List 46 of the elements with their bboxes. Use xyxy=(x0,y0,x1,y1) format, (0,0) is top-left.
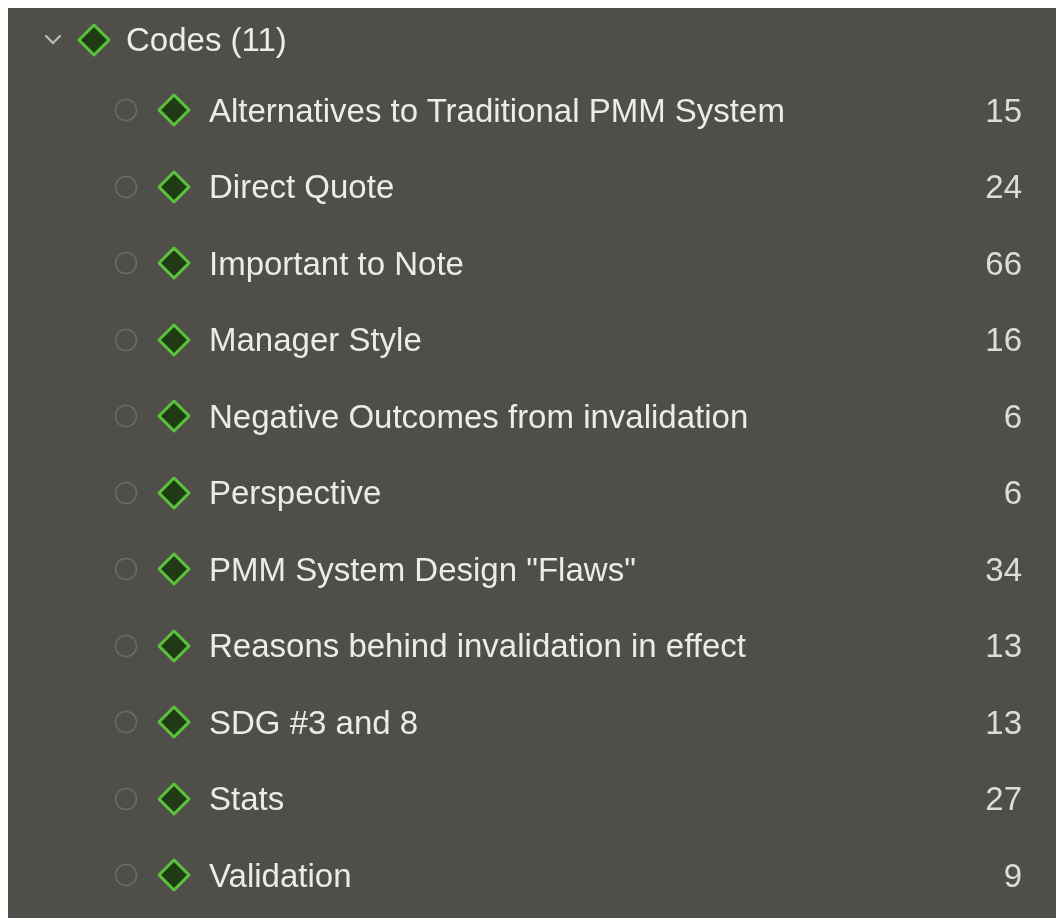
diamond-icon xyxy=(156,704,192,741)
diamond-icon xyxy=(156,780,192,817)
code-label[interactable]: Perspective xyxy=(209,468,1004,518)
count-label: 16 xyxy=(985,320,1022,360)
count-label: 6 xyxy=(1003,473,1022,513)
code-label[interactable]: Alternatives to Traditional PMM System xyxy=(209,85,986,135)
circle-icon[interactable] xyxy=(114,327,138,352)
count-label: 15 xyxy=(985,90,1022,131)
count-label: 9 xyxy=(1003,855,1022,896)
circle-icon[interactable] xyxy=(114,404,138,429)
diamond-icon xyxy=(156,398,192,435)
circle-icon[interactable] xyxy=(114,98,138,123)
diamond-icon xyxy=(76,22,112,58)
circle-icon[interactable] xyxy=(114,557,138,582)
circle-icon[interactable] xyxy=(114,710,138,735)
diamond-icon xyxy=(156,168,192,205)
diamond-icon xyxy=(156,321,192,358)
diamond-icon xyxy=(156,551,192,588)
circle-icon[interactable] xyxy=(114,633,138,658)
code-label[interactable]: Negative Outcomes from invalidation xyxy=(209,391,1004,441)
diamond-icon xyxy=(156,627,192,664)
diamond-icon xyxy=(156,857,192,894)
code-label[interactable]: PMM System Design "Flaws" xyxy=(209,544,986,594)
circle-icon[interactable] xyxy=(114,786,138,811)
code-label[interactable]: Important to Note xyxy=(209,238,986,288)
code-label[interactable]: Validation xyxy=(209,850,1004,900)
code-label[interactable]: SDG #3 and 8 xyxy=(209,697,986,747)
diamond-icon xyxy=(156,245,192,282)
count-label: 13 xyxy=(985,626,1022,666)
circle-icon[interactable] xyxy=(114,174,138,199)
code-label[interactable]: Manager Style xyxy=(209,315,986,365)
group-label[interactable]: Codes (11) xyxy=(126,15,287,65)
count-label: 34 xyxy=(985,549,1022,590)
circle-icon[interactable] xyxy=(114,863,138,888)
count-label: 13 xyxy=(985,702,1022,743)
count-label: 66 xyxy=(985,243,1022,284)
count-label: 27 xyxy=(985,779,1022,819)
count-label: 24 xyxy=(985,167,1022,207)
diamond-icon xyxy=(156,474,192,511)
diamond-icon xyxy=(156,92,192,129)
code-label[interactable]: Direct Quote xyxy=(209,162,986,212)
code-label[interactable]: Stats xyxy=(209,774,986,824)
count-label: 6 xyxy=(1003,396,1022,437)
circle-icon[interactable] xyxy=(114,251,138,276)
circle-icon[interactable] xyxy=(114,480,138,505)
code-label[interactable]: Reasons behind invalidation in effect xyxy=(209,621,986,671)
